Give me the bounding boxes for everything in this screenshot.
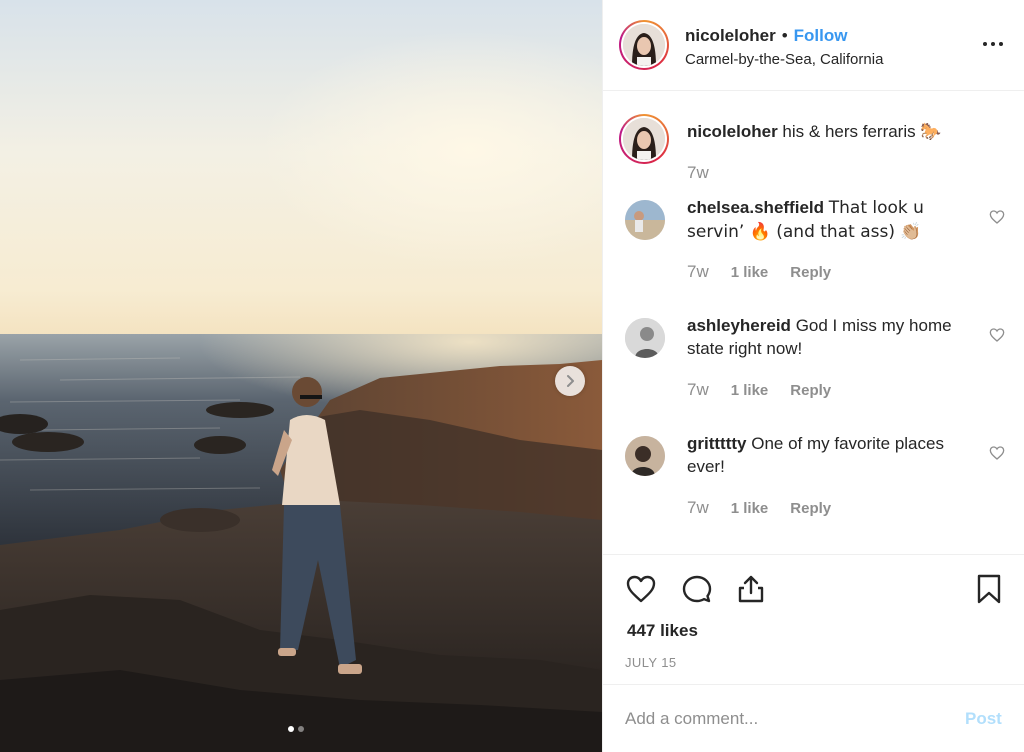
post-date[interactable]: JULY 15 [625,655,676,670]
comment-like-heart-icon[interactable] [989,445,1005,461]
post-header: nicoleloher • Follow Carmel-by-the-Sea, … [603,0,1024,91]
chevron-right-icon [567,375,574,387]
comment-like-heart-icon[interactable] [989,327,1005,343]
commenter-avatar[interactable] [625,436,665,476]
author-avatar[interactable] [619,20,669,70]
comment-likes[interactable]: 1 like [731,264,769,281]
reply-button[interactable]: Reply [790,500,831,517]
commenter-username[interactable]: ashleyhereid [687,316,791,335]
comment-timestamp[interactable]: 7w [687,498,709,518]
reply-button[interactable]: Reply [790,264,831,281]
save-bookmark-icon[interactable] [973,573,1005,605]
caption-avatar[interactable] [619,114,669,164]
reply-button[interactable]: Reply [790,382,831,399]
horse-emoji-icon: 🐎 [920,122,942,142]
commenter-username[interactable]: grittttty [687,434,746,453]
post-side-panel: nicoleloher • Follow Carmel-by-the-Sea, … [602,0,1024,752]
caption-timestamp[interactable]: 7w [687,163,709,183]
follow-button[interactable]: Follow [794,26,848,46]
comment-item: grittttty One of my favorite places ever… [603,432,1024,542]
more-options-button[interactable] [979,34,1007,54]
beach-photo-image [0,0,602,752]
comment-likes[interactable]: 1 like [731,500,769,517]
caption-text: his & hers ferraris [782,122,916,141]
more-options-icon [983,42,1003,46]
carousel-dot [298,726,304,732]
commenter-avatar[interactable] [625,318,665,358]
author-username[interactable]: nicoleloher [685,26,776,46]
carousel-next-button[interactable] [555,366,585,396]
carousel-indicator [288,726,304,732]
separator-dot: • [781,26,788,45]
comment-like-heart-icon[interactable] [989,209,1005,225]
post-actions: 447 likes JULY 15 [603,554,1024,684]
comment-bubble-icon[interactable] [681,573,713,605]
comments-list[interactable]: nicoleloher his & hers ferraris 🐎 7w che… [603,92,1024,554]
caption: nicoleloher his & hers ferraris 🐎 [687,120,987,144]
comment-item: ashleyhereid God I miss my home state ri… [603,314,1024,424]
commenter-username[interactable]: chelsea.sheffield [687,198,824,217]
likes-count[interactable]: 447 likes [627,621,698,641]
post-comment-button[interactable]: Post [965,709,1002,729]
comment-timestamp[interactable]: 7w [687,262,709,282]
commenter-avatar[interactable] [625,200,665,240]
carousel-dot-active [288,726,294,732]
share-icon[interactable] [735,573,767,605]
comment-item: chelsea.sheffield That look u servin’ 🔥 … [603,196,1024,306]
add-comment-bar: Post [603,684,1024,752]
like-heart-icon[interactable] [625,573,657,605]
caption-username[interactable]: nicoleloher [687,122,778,141]
post-photo[interactable] [0,0,602,752]
add-comment-input[interactable] [625,705,935,733]
post-location[interactable]: Carmel-by-the-Sea, California [685,51,883,68]
comment-likes[interactable]: 1 like [731,382,769,399]
comment-timestamp[interactable]: 7w [687,380,709,400]
